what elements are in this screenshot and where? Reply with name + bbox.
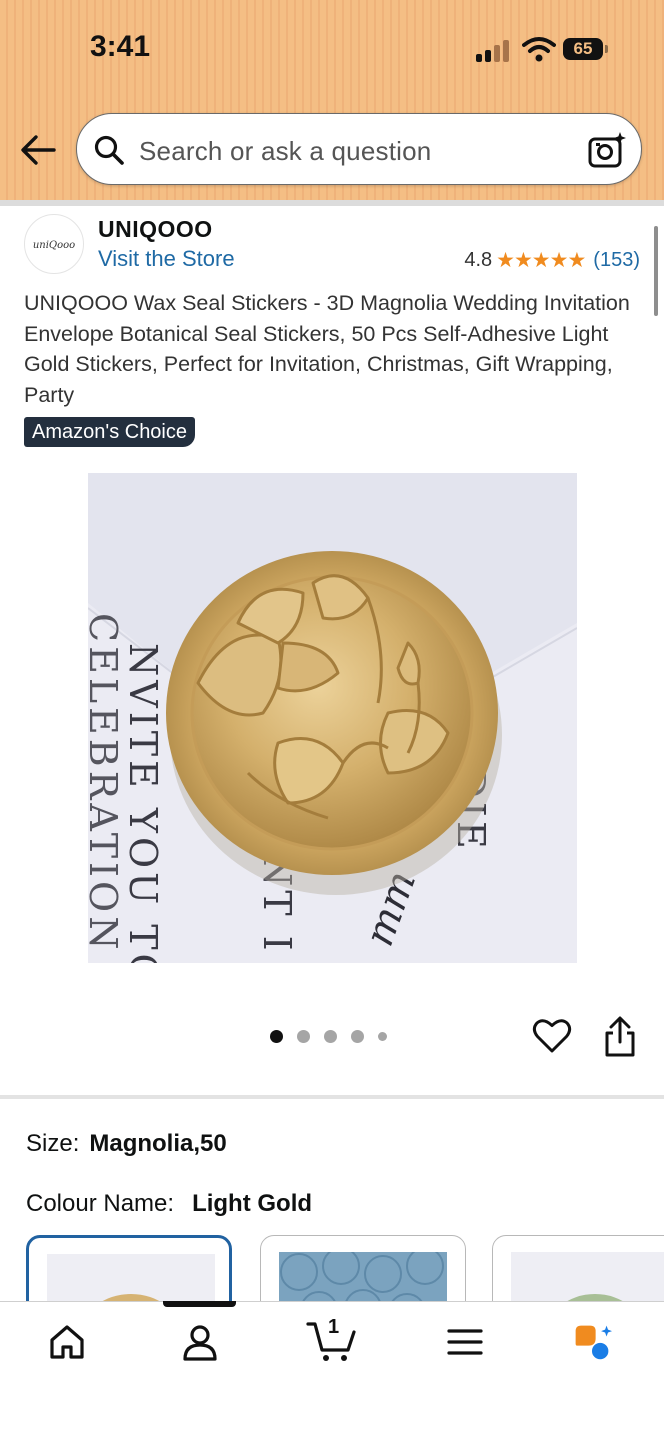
camera-search-icon[interactable] <box>587 130 627 170</box>
header-divider <box>0 200 664 206</box>
product-title: UNIQOOO Wax Seal Stickers - 3D Magnolia … <box>24 291 630 407</box>
size-selector-label: Size: Magnolia,50 <box>26 1130 227 1158</box>
carousel-dot-2[interactable] <box>297 1030 310 1043</box>
carousel-dot-4[interactable] <box>351 1030 364 1043</box>
svg-text:uniQooo: uniQooo <box>33 240 75 251</box>
battery-icon: 65 <box>563 38 603 60</box>
rating-count[interactable]: (153) <box>593 249 640 272</box>
rating-summary[interactable]: 4.8 ★★★★★ (153) <box>464 248 640 273</box>
cart-icon[interactable]: 1 <box>306 1316 358 1364</box>
search-bar[interactable]: Search or ask a question <box>76 113 642 185</box>
battery-nub <box>605 45 608 53</box>
image-carousel-dots[interactable] <box>270 1030 401 1043</box>
carousel-dot-3[interactable] <box>324 1030 337 1043</box>
app-header: 3:41 65 Search or ask a question <box>0 0 664 200</box>
cart-count: 1 <box>328 1316 340 1338</box>
carousel-dot-1[interactable] <box>270 1030 283 1043</box>
image-text-line1: NVITE YOU TO <box>121 643 165 963</box>
active-tab-indicator <box>163 1301 236 1307</box>
share-icon[interactable] <box>602 1016 638 1058</box>
rating-value: 4.8 <box>464 249 493 271</box>
home-icon[interactable] <box>47 1322 87 1362</box>
brand-logo[interactable]: uniQooo <box>24 214 84 274</box>
search-icon <box>94 135 124 165</box>
brand-name: UNIQOOO <box>98 216 213 242</box>
colour-selector-label: Colour Name: Light Gold <box>26 1190 312 1218</box>
image-text-line2: CELEBRATION O <box>88 613 125 963</box>
amazons-choice-badge: Amazon's Choice <box>24 417 195 447</box>
scrollbar[interactable] <box>654 226 658 316</box>
product-image[interactable]: NVITE YOU TO CELEBRATION O NT I DDIE mm <box>88 473 577 963</box>
section-divider <box>0 1095 664 1099</box>
colour-value: Light Gold <box>192 1190 313 1217</box>
wifi-icon <box>522 37 556 62</box>
rufus-icon[interactable] <box>572 1322 612 1362</box>
wax-seal-photo: NVITE YOU TO CELEBRATION O NT I DDIE mm <box>88 473 577 963</box>
cellular-signal-icon <box>476 38 512 62</box>
search-input[interactable]: Search or ask a question <box>139 136 431 167</box>
menu-icon[interactable] <box>445 1322 485 1362</box>
heart-icon[interactable] <box>532 1016 572 1056</box>
status-time: 3:41 <box>90 30 151 63</box>
size-value: Magnolia,50 <box>89 1130 227 1157</box>
brand-logo-mark: uniQooo <box>33 240 75 251</box>
back-arrow-icon[interactable] <box>18 132 58 168</box>
size-label: Size: <box>26 1130 80 1157</box>
profile-icon[interactable] <box>180 1322 220 1362</box>
carousel-dot-5[interactable] <box>378 1032 387 1041</box>
colour-label: Colour Name: <box>26 1190 175 1217</box>
visit-store-link[interactable]: Visit the Store <box>98 246 235 272</box>
star-rating-icon: ★★★★★ <box>496 249 586 272</box>
